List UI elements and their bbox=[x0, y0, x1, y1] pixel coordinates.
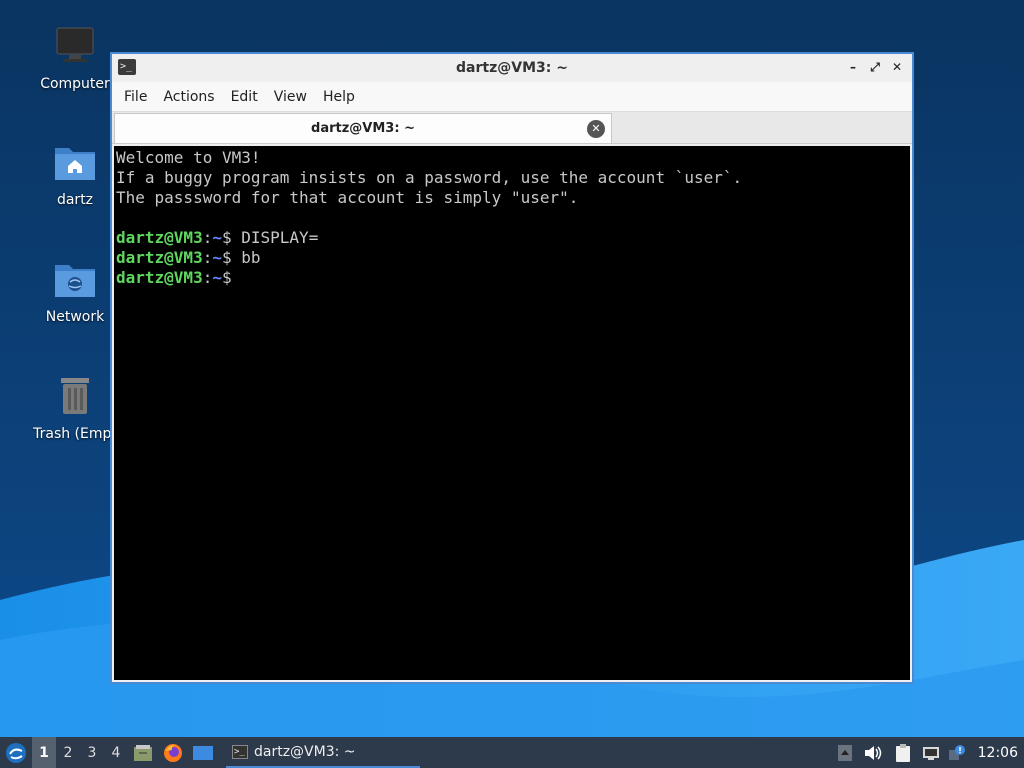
menu-actions[interactable]: Actions bbox=[155, 89, 222, 105]
clipboard-icon bbox=[895, 743, 910, 762]
network-button[interactable] bbox=[918, 737, 944, 768]
prompt-user: dartz@VM3 bbox=[116, 248, 203, 267]
tab-close-icon[interactable]: ✕ bbox=[587, 120, 605, 138]
terminal-tab[interactable]: dartz@VM3: ~ ✕ bbox=[114, 113, 612, 143]
prompt-user: dartz@VM3 bbox=[116, 228, 203, 247]
update-notification-icon bbox=[948, 744, 965, 760]
menu-bar: File Actions Edit View Help bbox=[112, 82, 912, 112]
minimize-icon[interactable]: – bbox=[844, 58, 862, 76]
command-text: bb bbox=[231, 248, 261, 267]
prompt-symbol: $ bbox=[221, 248, 232, 267]
desktop-icon bbox=[193, 745, 213, 760]
terminal-icon: >_ bbox=[232, 744, 248, 759]
menu-edit[interactable]: Edit bbox=[223, 89, 266, 105]
network-wired-icon bbox=[922, 746, 939, 760]
task-terminal-button[interactable]: >_ dartz@VM3: ~ bbox=[226, 737, 420, 768]
prompt-line: dartz@VM3:~$ DISPLAY= bbox=[116, 228, 908, 248]
clock[interactable]: 12:06 bbox=[970, 745, 1024, 761]
terminal-line: The passsword for that account is simply… bbox=[116, 188, 579, 207]
prompt-path: ~ bbox=[212, 248, 222, 267]
close-icon[interactable]: ✕ bbox=[888, 58, 906, 76]
clipboard-button[interactable] bbox=[888, 737, 918, 768]
workspace-4[interactable]: 4 bbox=[104, 737, 128, 768]
prompt-path: ~ bbox=[212, 228, 222, 247]
terminal-line: If a buggy program insists on a password… bbox=[116, 168, 743, 187]
network-folder-icon bbox=[55, 265, 95, 297]
taskbar: 1 2 3 4 >_ dartz@VM3: ~ 12:06 bbox=[0, 737, 1024, 768]
start-menu-button[interactable] bbox=[0, 737, 32, 768]
volume-button[interactable] bbox=[858, 737, 888, 768]
terminal-line: Welcome to VM3! bbox=[116, 148, 261, 167]
window-title: dartz@VM3: ~ bbox=[456, 60, 568, 76]
prompt-separator: : bbox=[202, 268, 213, 287]
system-tray: 12:06 bbox=[832, 737, 1024, 768]
workspace-1[interactable]: 1 bbox=[32, 737, 56, 768]
prompt-user: dartz@VM3 bbox=[116, 268, 203, 287]
menu-file[interactable]: File bbox=[116, 89, 155, 105]
trash-icon bbox=[61, 378, 89, 414]
firefox-launcher[interactable] bbox=[158, 737, 188, 768]
prompt-separator: : bbox=[202, 228, 213, 247]
workspace-3[interactable]: 3 bbox=[80, 737, 104, 768]
tab-label: dartz@VM3: ~ bbox=[311, 121, 415, 136]
terminal-window[interactable]: >_ dartz@VM3: ~ – ⤢ ✕ File Actions Edit … bbox=[110, 52, 914, 684]
menu-help[interactable]: Help bbox=[315, 89, 363, 105]
firefox-icon bbox=[164, 743, 182, 762]
prompt-separator: : bbox=[202, 248, 213, 267]
window-titlebar[interactable]: >_ dartz@VM3: ~ – ⤢ ✕ bbox=[112, 54, 912, 82]
file-manager-launcher[interactable] bbox=[128, 737, 158, 768]
task-label: dartz@VM3: ~ bbox=[254, 743, 356, 760]
maximize-icon[interactable]: ⤢ bbox=[866, 58, 884, 76]
computer-icon bbox=[56, 27, 94, 62]
tab-bar: dartz@VM3: ~ ✕ bbox=[112, 112, 912, 144]
lubuntu-logo-icon bbox=[6, 742, 26, 763]
prompt-line: dartz@VM3:~$ bb bbox=[116, 248, 908, 268]
terminal-output[interactable]: Welcome to VM3! If a buggy program insis… bbox=[114, 146, 910, 680]
prompt-line: dartz@VM3:~$ bbox=[116, 268, 908, 288]
prompt-symbol: $ bbox=[221, 228, 232, 247]
prompt-path: ~ bbox=[212, 268, 222, 287]
update-notifier-button[interactable] bbox=[944, 737, 970, 768]
show-desktop-button[interactable] bbox=[188, 737, 218, 768]
prompt-symbol: $ bbox=[221, 268, 232, 287]
menu-view[interactable]: View bbox=[266, 89, 315, 105]
chevron-up-icon bbox=[837, 744, 852, 761]
workspace-2[interactable]: 2 bbox=[56, 737, 80, 768]
terminal-icon: >_ bbox=[118, 59, 136, 75]
command-text: DISPLAY= bbox=[231, 228, 319, 247]
tray-expand-button[interactable] bbox=[832, 737, 858, 768]
file-manager-icon bbox=[134, 744, 152, 761]
volume-icon bbox=[864, 745, 881, 760]
home-folder-icon bbox=[55, 148, 95, 180]
